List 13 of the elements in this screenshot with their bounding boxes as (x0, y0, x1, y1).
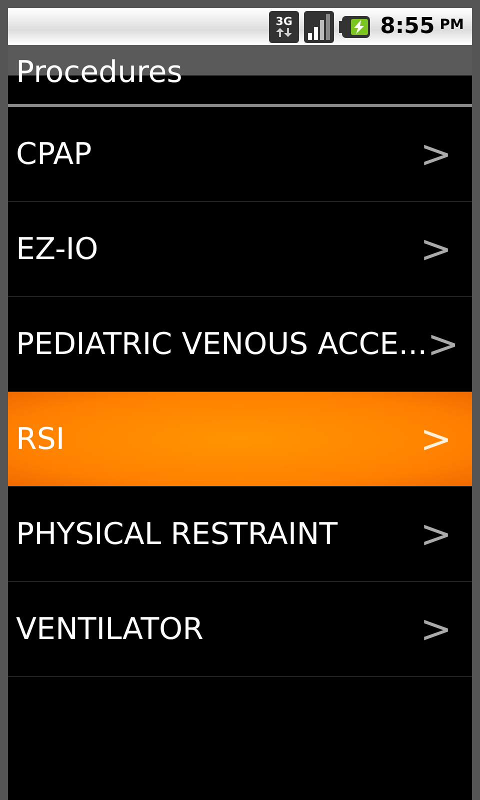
network-label: 3G (276, 16, 292, 26)
chevron: > (420, 226, 452, 272)
clock-ampm: PM (440, 16, 464, 35)
chevron: > (427, 320, 460, 368)
battery-icon (339, 14, 372, 38)
chevron: > (420, 510, 452, 558)
chevron: > (420, 606, 452, 652)
signal-icon (304, 10, 334, 42)
screen-title: Procedures (16, 54, 182, 92)
chevron: > (420, 416, 452, 462)
chevron: > (420, 130, 452, 178)
clock-time: 8:55 (380, 13, 435, 41)
up-down-arrows-icon (275, 26, 294, 38)
